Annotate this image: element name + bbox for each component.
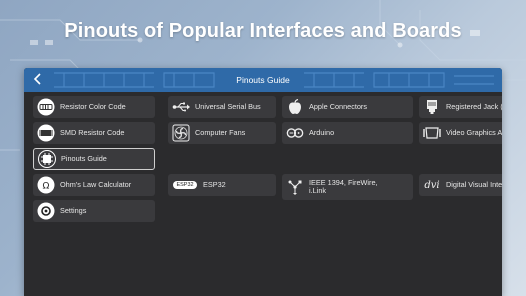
settings-icon xyxy=(37,202,55,220)
grid-item-label: Computer Fans xyxy=(195,127,246,137)
grid-item-computer-fans[interactable]: Computer Fans xyxy=(168,122,276,144)
chip-icon xyxy=(38,150,56,168)
firewire-icon xyxy=(286,178,304,196)
grid-item-label: Video Graphics Array xyxy=(446,127,502,137)
rj-jack-icon xyxy=(423,98,441,116)
chevron-left-icon xyxy=(33,73,41,85)
sidebar-item-label: SMD Resistor Code xyxy=(60,127,125,137)
page-title: Pinouts Guide xyxy=(236,75,290,85)
grid-item-label: IEEE 1394, FireWire, i.Link xyxy=(309,177,378,195)
grid-item-registered-jack[interactable]: Registered Jack (RJ) xyxy=(419,96,502,118)
smd-resistor-icon xyxy=(37,124,55,142)
grid-item-label: Registered Jack (RJ) xyxy=(446,101,502,111)
grid-item-firewire[interactable]: IEEE 1394, FireWire, i.Link xyxy=(282,174,413,200)
sidebar-item-label: Pinouts Guide xyxy=(61,153,107,163)
esp32-icon: ESP32 xyxy=(172,176,198,194)
grid-item-usb[interactable]: Universal Serial Bus xyxy=(168,96,276,118)
ohm-icon: Ω xyxy=(37,176,55,194)
grid-item-vga[interactable]: Video Graphics Array xyxy=(419,122,502,144)
resistor-icon xyxy=(37,98,55,116)
grid-item-label: Digital Visual Interface xyxy=(446,179,502,189)
grid-item-esp32[interactable]: ESP32 ESP32 xyxy=(168,174,276,196)
grid-item-dvi[interactable]: dvi Digital Visual Interface xyxy=(419,174,502,196)
sidebar-item-ohms-law-calculator[interactable]: Ω Ohm's Law Calculator xyxy=(33,174,155,196)
grid-item-label: Universal Serial Bus xyxy=(195,101,261,111)
app-window: Pinouts Guide Resistor Color Code SMD Re… xyxy=(24,68,502,296)
usb-icon xyxy=(172,98,190,116)
sidebar-item-settings[interactable]: Settings xyxy=(33,200,155,222)
sidebar-item-smd-resistor-code[interactable]: SMD Resistor Code xyxy=(33,122,155,144)
grid-item-apple-connectors[interactable]: Apple Connectors xyxy=(282,96,413,118)
sidebar-item-label: Resistor Color Code xyxy=(60,101,126,111)
sidebar-item-label: Ohm's Law Calculator xyxy=(60,179,132,189)
sidebar-item-resistor-color-code[interactable]: Resistor Color Code xyxy=(33,96,155,118)
vga-icon xyxy=(423,124,441,142)
grid-item-label: Apple Connectors xyxy=(309,101,368,111)
sidebar-item-label: Settings xyxy=(60,205,87,215)
app-bar: Pinouts Guide xyxy=(24,68,502,92)
grid-item-label: ESP32 xyxy=(203,179,226,189)
arduino-icon xyxy=(286,124,304,142)
apple-icon xyxy=(286,98,304,116)
back-button[interactable] xyxy=(30,71,46,89)
grid-item-label: Arduino xyxy=(309,127,335,137)
sidebar-item-pinouts-guide[interactable]: Pinouts Guide xyxy=(33,148,155,170)
esp32-badge: ESP32 xyxy=(173,181,197,189)
dvi-icon: dvi xyxy=(423,176,441,194)
dvi-badge: dvi xyxy=(424,179,440,191)
fan-icon xyxy=(172,124,190,142)
grid-item-arduino[interactable]: Arduino xyxy=(282,122,413,144)
svg-text:Ω: Ω xyxy=(43,182,50,192)
headline: Pinouts of Popular Interfaces and Boards xyxy=(64,20,462,42)
